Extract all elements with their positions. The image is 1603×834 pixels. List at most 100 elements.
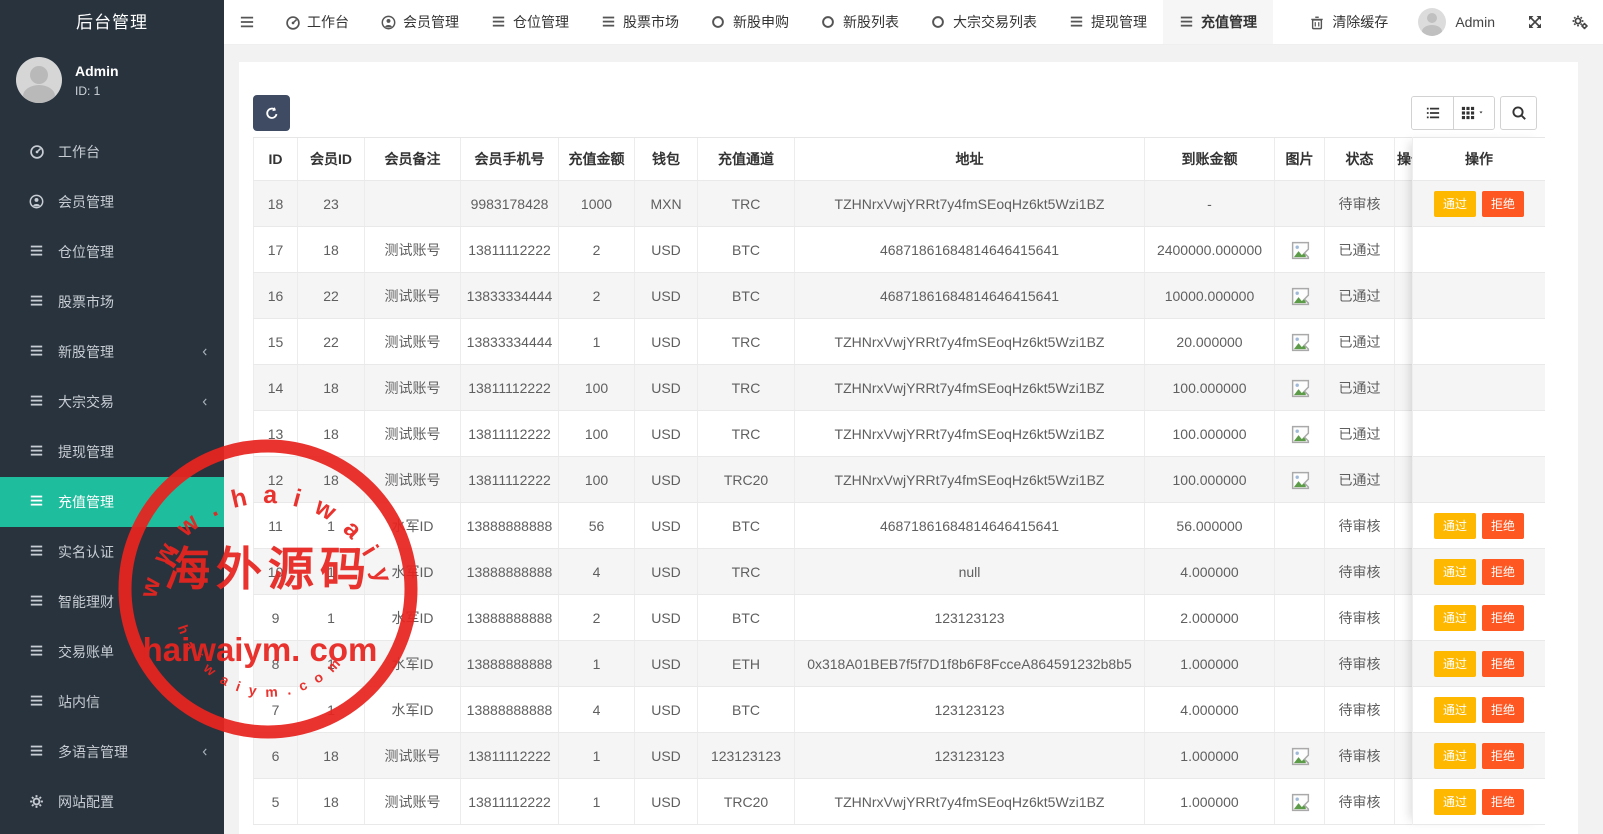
cell-address: TZHNrxVwjYRRt7y4fmSEoqHz6kt5Wzi1BZ (795, 779, 1145, 824)
operation-cell: 通过拒绝 (1413, 687, 1545, 733)
sidebar-item-label: 新股管理 (58, 342, 114, 362)
fullscreen-button[interactable] (1513, 14, 1557, 30)
sidebar-item-10[interactable]: 智能理财 (0, 577, 224, 627)
cell-amount: 1 (559, 779, 635, 824)
broken-image-icon[interactable] (1289, 746, 1311, 766)
reject-button[interactable]: 拒绝 (1482, 513, 1524, 539)
topnav-item-6[interactable]: 新股列表 (805, 0, 915, 44)
cell-id: 6 (253, 733, 298, 778)
sidebar-item-label: 会员管理 (58, 192, 114, 212)
topnav-item-label: 提现管理 (1091, 12, 1147, 32)
reject-button[interactable]: 拒绝 (1482, 651, 1524, 677)
table-row: 71水军ID138888888884USDBTC1231231234.00000… (253, 687, 1425, 733)
reject-button[interactable]: 拒绝 (1482, 559, 1524, 585)
cell-member_id: 1 (298, 549, 365, 594)
cell-address: 46871861684814646415641 (795, 503, 1145, 548)
topnav-item-9[interactable]: 充值管理 (1163, 0, 1273, 44)
sidebar-item-label: 仓位管理 (58, 242, 114, 262)
approve-button[interactable]: 通过 (1434, 513, 1476, 539)
sidebar-item-12[interactable]: 站内信 (0, 677, 224, 727)
reject-button[interactable]: 拒绝 (1482, 697, 1524, 723)
cell-channel: TRC (698, 365, 795, 410)
sidebar-item-4[interactable]: 股票市场 (0, 277, 224, 327)
sidebar-item-label: 智能理财 (58, 592, 114, 612)
settings-button[interactable] (1557, 14, 1603, 30)
sidebar-item-13[interactable]: 多语言管理 (0, 727, 224, 777)
cell-status: 已通过 (1325, 273, 1395, 318)
list-icon (1179, 15, 1194, 30)
clear-cache-button[interactable]: 清除缓存 (1294, 12, 1404, 32)
topnav-item-4[interactable]: 股票市场 (585, 0, 695, 44)
broken-image-icon[interactable] (1289, 332, 1311, 352)
broken-image-icon[interactable] (1289, 424, 1311, 444)
cell-remark: 测试账号 (365, 457, 461, 502)
grid-view-button[interactable] (1453, 97, 1494, 129)
topnav-item-7[interactable]: 大宗交易列表 (915, 0, 1053, 44)
sidebar-item-9[interactable]: 实名认证 (0, 527, 224, 577)
clear-cache-label: 清除缓存 (1332, 12, 1388, 32)
grid-view-icon (1461, 106, 1475, 120)
reject-button[interactable]: 拒绝 (1482, 789, 1524, 815)
sidebar-item-6[interactable]: 大宗交易 (0, 377, 224, 427)
cell-image (1275, 365, 1325, 410)
sidebar-item-3[interactable]: 仓位管理 (0, 227, 224, 277)
user-icon (381, 15, 396, 30)
sidebar-item-label: 提现管理 (58, 442, 114, 462)
sidebar-item-label: 工作台 (58, 142, 100, 162)
reject-button[interactable]: 拒绝 (1482, 743, 1524, 769)
broken-image-icon[interactable] (1289, 378, 1311, 398)
navbar-admin-label: Admin (1455, 14, 1513, 30)
cell-member_id: 22 (298, 273, 365, 318)
navbar-avatar[interactable] (1418, 8, 1446, 36)
approve-button[interactable]: 通过 (1434, 605, 1476, 631)
sidebar-item-5[interactable]: 新股管理 (0, 327, 224, 377)
cell-channel: BTC (698, 273, 795, 318)
cell-id: 10 (253, 549, 298, 594)
topnav-item-8[interactable]: 提现管理 (1053, 0, 1163, 44)
refresh-button[interactable] (253, 95, 290, 131)
cell-id: 18 (253, 181, 298, 226)
hamburger-menu-button[interactable] (224, 0, 269, 44)
cell-image (1275, 319, 1325, 364)
cell-member_id: 22 (298, 319, 365, 364)
cell-channel: BTC (698, 595, 795, 640)
approve-button[interactable]: 通过 (1434, 559, 1476, 585)
app-title: 后台管理 (0, 0, 224, 45)
topnav-item-1[interactable]: 工作台 (269, 0, 365, 44)
list-view-button[interactable] (1412, 97, 1453, 129)
top-navbar: 工作台会员管理仓位管理股票市场新股申购新股列表大宗交易列表 提现管理充值管理 清除… (224, 0, 1603, 45)
broken-image-icon[interactable] (1289, 792, 1311, 812)
sidebar-item-11[interactable]: 交易账单 (0, 627, 224, 677)
approve-button[interactable]: 通过 (1434, 697, 1476, 723)
sidebar-item-2[interactable]: 会员管理 (0, 177, 224, 227)
sidebar-item-label: 股票市场 (58, 292, 114, 312)
cell-member_id: 18 (298, 411, 365, 456)
topnav-item-5[interactable]: 新股申购 (695, 0, 805, 44)
table-row: 618测试账号138111122221USD123123123123123123… (253, 733, 1425, 779)
sidebar-item-label: 多语言管理 (58, 742, 128, 762)
reject-button[interactable]: 拒绝 (1482, 605, 1524, 631)
topnav-item-3[interactable]: 仓位管理 (475, 0, 585, 44)
cell-image (1275, 595, 1325, 640)
broken-image-icon[interactable] (1289, 240, 1311, 260)
cell-received: 10000.000000 (1145, 273, 1275, 318)
sidebar-item-7[interactable]: 提现管理 (0, 427, 224, 477)
cell-wallet: USD (635, 365, 698, 410)
cell-received: 4.000000 (1145, 549, 1275, 594)
topnav-item-2[interactable]: 会员管理 (365, 0, 475, 44)
broken-image-icon[interactable] (1289, 286, 1311, 306)
sidebar-item-14[interactable]: 网站配置 (0, 777, 224, 827)
approve-button[interactable]: 通过 (1434, 743, 1476, 769)
approve-button[interactable]: 通过 (1434, 789, 1476, 815)
approve-button[interactable]: 通过 (1434, 191, 1476, 217)
cell-member_id: 18 (298, 227, 365, 272)
cell-wallet: USD (635, 227, 698, 272)
sidebar-item-1[interactable]: 工作台 (0, 127, 224, 177)
approve-button[interactable]: 通过 (1434, 651, 1476, 677)
search-button[interactable] (1500, 96, 1537, 130)
sidebar-item-8[interactable]: 充值管理 (0, 477, 224, 527)
cell-remark (365, 181, 461, 226)
reject-button[interactable]: 拒绝 (1482, 191, 1524, 217)
list-icon (29, 694, 45, 710)
broken-image-icon[interactable] (1289, 470, 1311, 490)
